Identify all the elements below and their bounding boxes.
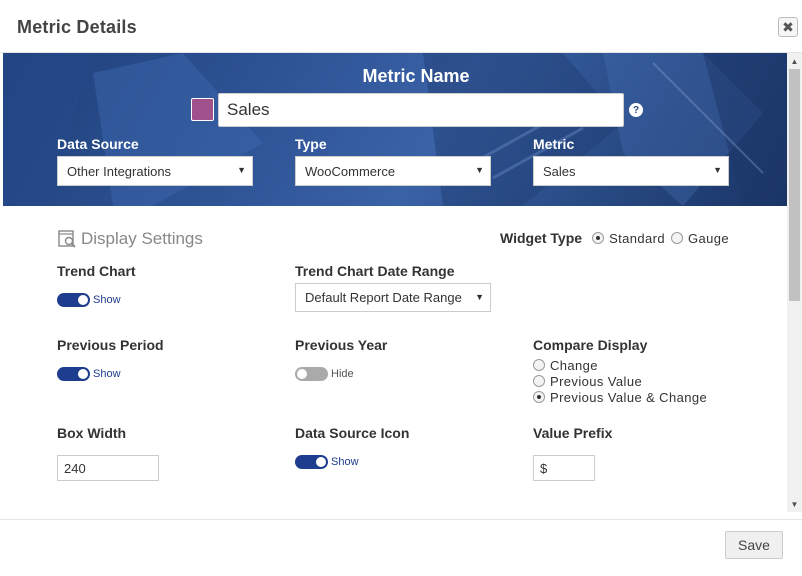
toggle-knob [78, 369, 88, 379]
compare-display-group: Change Previous Value Previous Value & C… [533, 357, 713, 405]
trend-range-select[interactable]: Default Report Date Range ▼ [295, 283, 491, 312]
close-icon: ✖ [782, 18, 794, 35]
metric-value: Sales [543, 163, 576, 179]
toggle-track [57, 367, 90, 381]
caret-down-icon: ▼ [713, 165, 722, 175]
radio-unchecked[interactable] [671, 232, 684, 244]
widget-type-label: Widget Type [500, 230, 583, 246]
radio-checked[interactable] [592, 232, 605, 244]
radio-label: Previous Value [550, 373, 643, 389]
compare-previous-value-option[interactable]: Previous Value [533, 373, 707, 389]
compare-display-label: Compare Display [533, 337, 648, 353]
toggle-track [295, 367, 328, 381]
display-settings-header: Display Settings [57, 229, 203, 249]
trend-range-value: Default Report Date Range [305, 290, 462, 305]
toggle-text: Show [331, 456, 359, 468]
box-width-value: 240 [64, 460, 86, 476]
compare-previous-value-change-option[interactable]: Previous Value & Change [533, 389, 707, 405]
toggle-knob [297, 369, 307, 379]
previous-period-toggle[interactable]: Show [57, 367, 121, 381]
radio-label: Previous Value & Change [550, 389, 708, 405]
modal-footer: Save [0, 519, 802, 576]
metric-label: Metric [533, 136, 575, 152]
radio-unchecked[interactable] [533, 375, 545, 387]
data-source-select[interactable]: Other Integrations ▼ [57, 156, 253, 186]
box-width-label: Box Width [57, 425, 127, 441]
modal-title: Metric Details [17, 17, 137, 37]
box-width-input[interactable]: 240 [57, 455, 159, 481]
data-source-label: Data Source [57, 136, 139, 152]
trend-range-label: Trend Chart Date Range [295, 263, 455, 279]
toggle-track [57, 293, 90, 307]
compare-change-option[interactable]: Change [533, 357, 707, 373]
radio-checked[interactable] [533, 391, 545, 403]
data-source-icon-label: Data Source Icon [295, 425, 410, 441]
type-value: WooCommerce [305, 163, 396, 179]
type-label: Type [295, 136, 327, 152]
modal-body: Metric Name ? Data Source Other Integrat… [3, 53, 787, 512]
widget-type-gauge-option[interactable]: Gauge [671, 231, 729, 246]
previous-year-label: Previous Year [295, 337, 388, 353]
toggle-track [295, 455, 328, 469]
trend-chart-toggle[interactable]: Show [57, 293, 121, 307]
magnifier-document-icon [58, 230, 76, 248]
trend-chart-label: Trend Chart [57, 263, 136, 279]
help-icon[interactable]: ? [629, 103, 643, 117]
metric-select[interactable]: Sales ▼ [533, 156, 729, 186]
toggle-text: Hide [331, 368, 354, 380]
widget-type-standard-option[interactable]: Standard [592, 231, 665, 246]
data-source-icon-toggle[interactable]: Show [295, 455, 359, 469]
caret-down-icon: ▼ [237, 165, 246, 175]
value-prefix-value: $ [540, 460, 548, 476]
toggle-text: Show [93, 294, 121, 306]
radio-label: Gauge [688, 230, 730, 246]
data-source-value: Other Integrations [67, 163, 172, 179]
radio-unchecked[interactable] [533, 359, 545, 371]
value-prefix-input[interactable]: $ [533, 455, 595, 481]
toggle-text: Show [93, 368, 121, 380]
metric-banner: Metric Name ? Data Source Other Integrat… [3, 53, 787, 206]
display-settings-title: Display Settings [81, 229, 203, 248]
radio-label: Change [550, 357, 598, 373]
toggle-knob [316, 457, 326, 467]
caret-down-icon: ▼ [475, 292, 484, 302]
toggle-knob [78, 295, 88, 305]
caret-down-icon: ▼ [475, 165, 484, 175]
scroll-thumb[interactable] [789, 69, 800, 301]
scroll-down-arrow-icon[interactable]: ▼ [787, 498, 802, 510]
type-select[interactable]: WooCommerce ▼ [295, 156, 491, 186]
modal-header: Metric Details ✖ [0, 0, 802, 53]
widget-type-group: Widget Type Standard Gauge [500, 230, 735, 246]
scroll-up-arrow-icon[interactable]: ▲ [787, 55, 802, 67]
vertical-scrollbar[interactable]: ▲ ▼ [787, 53, 802, 512]
metric-name-input[interactable] [218, 93, 624, 127]
close-button[interactable]: ✖ [778, 17, 798, 37]
previous-year-toggle[interactable]: Hide [295, 367, 354, 381]
value-prefix-label: Value Prefix [533, 425, 613, 441]
metric-name-heading: Metric Name [362, 66, 470, 86]
previous-period-label: Previous Period [57, 337, 164, 353]
save-button[interactable]: Save [725, 531, 783, 559]
radio-label: Standard [609, 230, 666, 246]
metric-color-swatch[interactable] [191, 98, 214, 121]
